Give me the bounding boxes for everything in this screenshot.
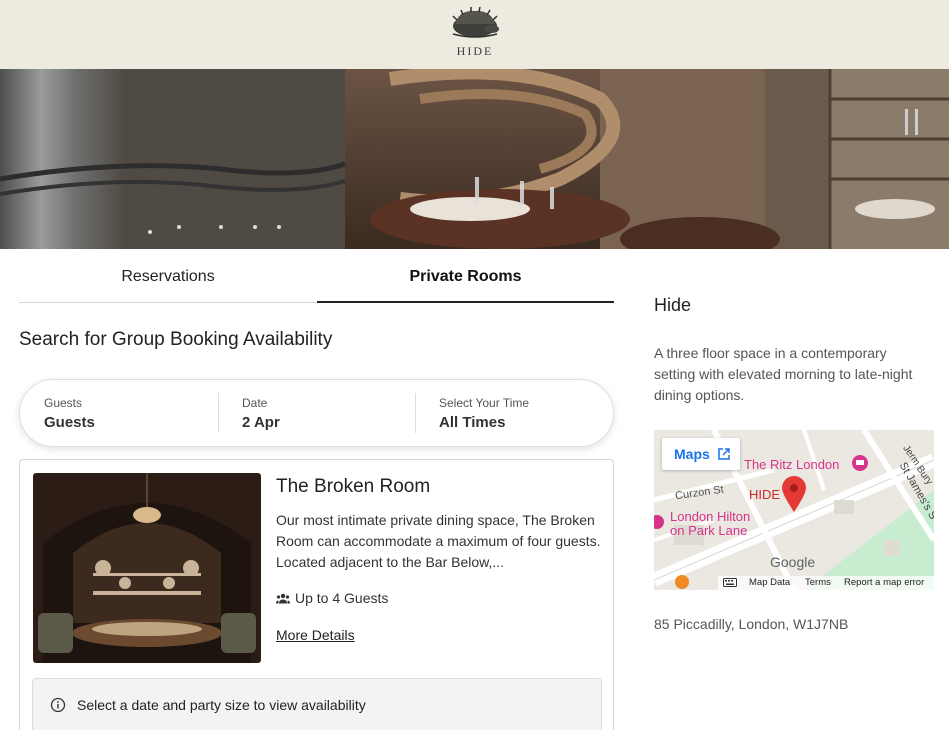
room-title: The Broken Room bbox=[276, 476, 431, 497]
top-header: HIDE bbox=[0, 0, 949, 69]
location-map[interactable]: Maps The Ritz London HIDE Curzon St Lond… bbox=[654, 430, 934, 590]
carousel-dot[interactable] bbox=[177, 225, 181, 229]
search-title: Search for Group Booking Availability bbox=[19, 329, 333, 350]
report-map-error-link[interactable]: Report a map error bbox=[844, 577, 924, 588]
external-link-icon bbox=[717, 448, 730, 460]
room-capacity: Up to 4 Guests bbox=[276, 590, 388, 606]
guests-selector[interactable]: Guests Guests bbox=[20, 380, 217, 446]
map-terms-link[interactable]: Terms bbox=[805, 577, 831, 588]
hero-image[interactable] bbox=[0, 69, 949, 249]
time-selector[interactable]: Select Your Time All Times bbox=[415, 393, 613, 433]
date-value: 2 Apr bbox=[242, 414, 280, 431]
maps-button-label: Maps bbox=[674, 446, 710, 462]
map-data-link[interactable]: Map Data bbox=[749, 577, 790, 588]
date-selector[interactable]: Date 2 Apr bbox=[218, 393, 415, 433]
google-logo: Google bbox=[770, 554, 816, 570]
tab-reservations[interactable]: Reservations bbox=[19, 260, 317, 303]
room-description: Our most intimate private dining space, … bbox=[276, 512, 601, 570]
room-photo[interactable] bbox=[33, 473, 261, 663]
info-icon bbox=[50, 697, 66, 713]
venue-name: Hide bbox=[654, 295, 692, 315]
capacity-text: Up to 4 Guests bbox=[295, 590, 389, 606]
keyboard-icon[interactable] bbox=[723, 578, 737, 587]
carousel-dot[interactable] bbox=[148, 230, 152, 234]
room-card: The Broken Room Our most intimate privat… bbox=[19, 459, 614, 730]
map-label-hilton-2: on Park Lane bbox=[670, 523, 748, 538]
brand-name: HIDE bbox=[456, 44, 494, 58]
guests-label: Guests bbox=[44, 396, 83, 410]
availability-notice: Select a date and party size to view ava… bbox=[32, 678, 602, 730]
venue-address: 85 Piccadilly, London, W1J7NB bbox=[654, 616, 849, 632]
carousel-dot[interactable] bbox=[277, 225, 281, 229]
time-value: All Times bbox=[439, 414, 506, 431]
map-label-hide: HIDE bbox=[749, 487, 781, 502]
date-label: Date bbox=[242, 396, 268, 410]
booking-search-bar: Guests Guests Date 2 Apr Select Your Tim… bbox=[19, 379, 614, 447]
logo-hedgehog-icon bbox=[452, 6, 499, 38]
carousel-dot[interactable] bbox=[253, 225, 257, 229]
map-label-hilton-1: London Hilton bbox=[670, 509, 751, 524]
venue-description: A three floor space in a contemporary se… bbox=[654, 345, 913, 403]
carousel-dot[interactable] bbox=[219, 225, 223, 229]
booking-tabs: Reservations Private Rooms bbox=[19, 260, 614, 303]
guests-value: Guests bbox=[44, 414, 95, 431]
availability-text: Select a date and party size to view ava… bbox=[77, 697, 366, 713]
hide-logo[interactable]: HIDE bbox=[444, 6, 506, 62]
time-label: Select Your Time bbox=[439, 396, 530, 410]
map-label-ritz: The Ritz London bbox=[744, 457, 840, 472]
open-in-maps-button[interactable]: Maps bbox=[662, 438, 740, 470]
tab-private-rooms[interactable]: Private Rooms bbox=[317, 260, 614, 303]
more-details-link[interactable]: More Details bbox=[276, 627, 355, 643]
group-icon bbox=[276, 593, 290, 603]
map-footer: Map Data Terms Report a map error bbox=[718, 576, 934, 590]
